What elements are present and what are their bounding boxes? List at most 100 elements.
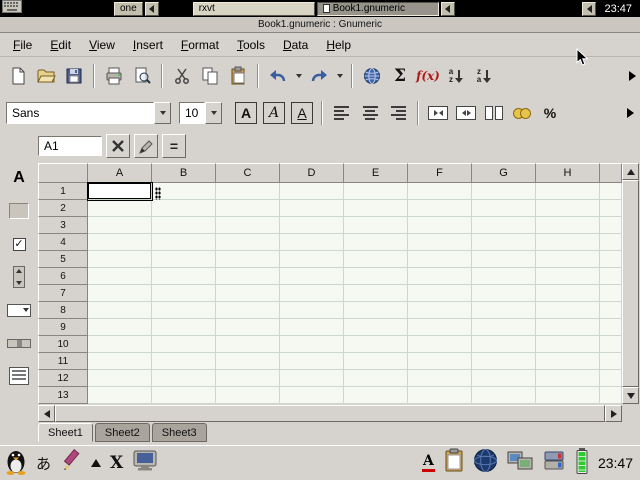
cell-A6[interactable] bbox=[88, 268, 152, 285]
bold-button[interactable]: A bbox=[232, 99, 260, 127]
cell-B13[interactable] bbox=[152, 387, 216, 404]
cell-D6[interactable] bbox=[280, 268, 344, 285]
cell-C7[interactable] bbox=[216, 285, 280, 302]
cell-H12[interactable] bbox=[536, 370, 600, 387]
row-header-6[interactable]: 6 bbox=[38, 268, 88, 285]
cell-reference-box[interactable]: A1 bbox=[38, 136, 102, 156]
merge-cells-button[interactable] bbox=[452, 99, 480, 127]
charmap-icon[interactable]: A bbox=[422, 454, 435, 472]
cell-D7[interactable] bbox=[280, 285, 344, 302]
keyboard-icon[interactable] bbox=[2, 0, 22, 18]
cell-G6[interactable] bbox=[472, 268, 536, 285]
cell-H13[interactable] bbox=[536, 387, 600, 404]
cell-E12[interactable] bbox=[344, 370, 408, 387]
cell-C3[interactable] bbox=[216, 217, 280, 234]
tab-sheet2[interactable]: Sheet2 bbox=[95, 423, 150, 442]
column-header-B[interactable]: B bbox=[152, 163, 216, 183]
sort-ascending-button[interactable]: az bbox=[442, 62, 470, 90]
tray-arrow-button[interactable] bbox=[582, 2, 596, 16]
redo-dropdown-button[interactable] bbox=[333, 62, 346, 90]
cell-A3[interactable] bbox=[88, 217, 152, 234]
cell-A10[interactable] bbox=[88, 336, 152, 353]
cell-C10[interactable] bbox=[216, 336, 280, 353]
cell-D3[interactable] bbox=[280, 217, 344, 234]
center-across-button[interactable] bbox=[424, 99, 452, 127]
column-header-A[interactable]: A bbox=[88, 163, 152, 183]
cell-F5[interactable] bbox=[408, 251, 472, 268]
slider-tool-button[interactable] bbox=[5, 330, 33, 356]
cell-E4[interactable] bbox=[344, 234, 408, 251]
cell-H4[interactable] bbox=[536, 234, 600, 251]
cut-button[interactable] bbox=[168, 62, 196, 90]
copy-button[interactable] bbox=[196, 62, 224, 90]
cell-H6[interactable] bbox=[536, 268, 600, 285]
cell-A11[interactable] bbox=[88, 353, 152, 370]
display-icon[interactable] bbox=[132, 449, 158, 477]
cell-E10[interactable] bbox=[344, 336, 408, 353]
cell-D12[interactable] bbox=[280, 370, 344, 387]
cell-C5[interactable] bbox=[216, 251, 280, 268]
network-icon[interactable] bbox=[507, 449, 533, 477]
cell-C12[interactable] bbox=[216, 370, 280, 387]
clipboard-icon[interactable] bbox=[444, 448, 464, 478]
scroll-left-button[interactable] bbox=[38, 405, 55, 422]
cell-G4[interactable] bbox=[472, 234, 536, 251]
select-all-corner[interactable] bbox=[38, 163, 88, 183]
paste-button[interactable] bbox=[224, 62, 252, 90]
cell-D9[interactable] bbox=[280, 319, 344, 336]
cell-F10[interactable] bbox=[408, 336, 472, 353]
cell-B5[interactable] bbox=[152, 251, 216, 268]
cell-E9[interactable] bbox=[344, 319, 408, 336]
menu-format[interactable]: Format bbox=[172, 35, 228, 55]
align-left-button[interactable] bbox=[328, 99, 356, 127]
align-right-button[interactable] bbox=[384, 99, 412, 127]
cell-D11[interactable] bbox=[280, 353, 344, 370]
cell-F11[interactable] bbox=[408, 353, 472, 370]
pen-input-icon[interactable] bbox=[60, 449, 82, 478]
top-clock[interactable]: 23:47 bbox=[598, 3, 638, 15]
cell-G13[interactable] bbox=[472, 387, 536, 404]
cell-F6[interactable] bbox=[408, 268, 472, 285]
launcher-arrow-button[interactable] bbox=[145, 2, 159, 16]
task-gnumeric[interactable]: Book1.gnumeric bbox=[317, 2, 439, 16]
cell-B3[interactable] bbox=[152, 217, 216, 234]
cell-E2[interactable] bbox=[344, 200, 408, 217]
cell-B11[interactable] bbox=[152, 353, 216, 370]
autosum-button[interactable]: Σ bbox=[386, 62, 414, 90]
x11-icon[interactable]: X bbox=[110, 453, 123, 473]
scroll-right-button[interactable] bbox=[605, 405, 622, 422]
cell-G7[interactable] bbox=[472, 285, 536, 302]
font-name-value[interactable]: Sans bbox=[6, 102, 154, 124]
menu-data[interactable]: Data bbox=[274, 35, 317, 55]
cell-A8[interactable] bbox=[88, 302, 152, 319]
column-header-C[interactable]: C bbox=[216, 163, 280, 183]
insert-hyperlink-button[interactable] bbox=[358, 62, 386, 90]
cell-H11[interactable] bbox=[536, 353, 600, 370]
menu-edit[interactable]: Edit bbox=[41, 35, 80, 55]
cell-E6[interactable] bbox=[344, 268, 408, 285]
split-cells-button[interactable] bbox=[480, 99, 508, 127]
print-preview-button[interactable] bbox=[128, 62, 156, 90]
cell-G3[interactable] bbox=[472, 217, 536, 234]
column-header-F[interactable]: F bbox=[408, 163, 472, 183]
cell-F3[interactable] bbox=[408, 217, 472, 234]
italic-button[interactable]: A bbox=[260, 99, 288, 127]
cell-G12[interactable] bbox=[472, 370, 536, 387]
horizontal-scrollbar[interactable] bbox=[38, 405, 622, 422]
cell-A13[interactable] bbox=[88, 387, 152, 404]
row-header-13[interactable]: 13 bbox=[38, 387, 88, 404]
cell-E1[interactable] bbox=[344, 183, 408, 200]
cell-H7[interactable] bbox=[536, 285, 600, 302]
cell-E8[interactable] bbox=[344, 302, 408, 319]
cell-G1[interactable] bbox=[472, 183, 536, 200]
row-header-8[interactable]: 8 bbox=[38, 302, 88, 319]
cell-F4[interactable] bbox=[408, 234, 472, 251]
row-header-1[interactable]: 1 bbox=[38, 183, 88, 200]
cell-A2[interactable] bbox=[88, 200, 152, 217]
popup-arrow-icon[interactable] bbox=[91, 459, 101, 467]
pcmcia-card-icon[interactable] bbox=[542, 449, 566, 477]
input-method-icon[interactable]: あ bbox=[36, 453, 51, 474]
cell-C8[interactable] bbox=[216, 302, 280, 319]
tux-icon[interactable] bbox=[5, 447, 27, 480]
format-percent-button[interactable]: % bbox=[536, 99, 564, 127]
